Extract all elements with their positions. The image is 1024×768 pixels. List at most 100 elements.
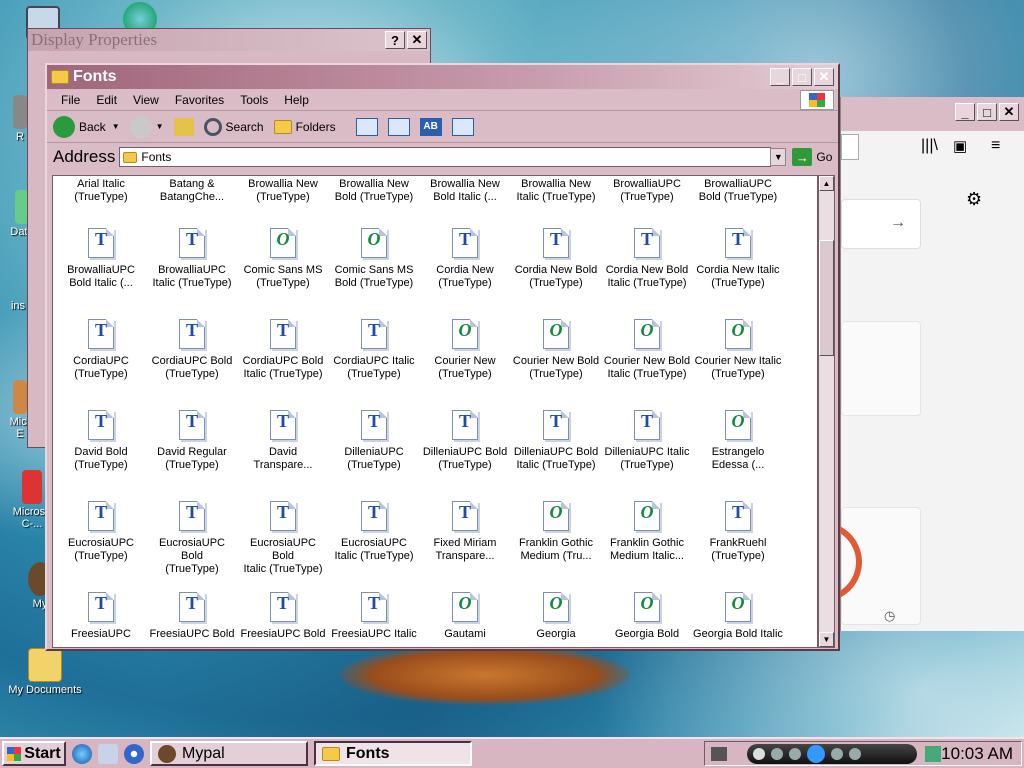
font-item[interactable]: T EucrosiaUPC Bold Italic (TrueType) bbox=[238, 501, 328, 576]
media-player-icon[interactable] bbox=[124, 743, 144, 764]
font-item[interactable]: T CordiaUPC Italic (TrueType) bbox=[329, 319, 419, 381]
taskbar-item-mypal[interactable]: Mypal bbox=[150, 741, 308, 766]
font-item[interactable]: T Cordia New (TrueType) bbox=[420, 228, 510, 290]
font-item[interactable]: Browallia New (TrueType) bbox=[238, 178, 328, 204]
menu-help[interactable]: Help bbox=[276, 93, 317, 107]
font-item[interactable]: T Fixed Miriam Transpare... bbox=[420, 501, 510, 563]
scroll-down-button[interactable]: ▼ bbox=[819, 632, 834, 647]
font-item[interactable]: Batang & BatangChe... bbox=[147, 178, 237, 204]
font-item[interactable]: T FreesiaUPC Bold bbox=[238, 592, 328, 641]
font-item[interactable]: O Comic Sans MS (TrueType) bbox=[238, 228, 328, 290]
font-item[interactable]: T CordiaUPC Bold Italic (TrueType) bbox=[238, 319, 328, 381]
scroll-thumb[interactable] bbox=[819, 240, 834, 356]
browser-window-background[interactable]: _ □ ✕ |||\ ▣ ≡ ⚙ → ◷ bbox=[822, 97, 1024, 631]
view-large-icons-button[interactable] bbox=[355, 117, 378, 136]
browser-url-bar[interactable] bbox=[841, 134, 859, 160]
maximize-button[interactable]: □ bbox=[792, 68, 812, 86]
gear-icon[interactable]: ⚙ bbox=[966, 189, 982, 210]
menu-icon[interactable]: ≡ bbox=[991, 137, 1000, 155]
font-item[interactable]: T Cordia New Italic (TrueType) bbox=[693, 228, 783, 290]
font-item[interactable]: T DilleniaUPC Italic (TrueType) bbox=[602, 410, 692, 472]
font-item[interactable]: T Cordia New Bold Italic (TrueType) bbox=[602, 228, 692, 290]
show-desktop-icon[interactable] bbox=[98, 743, 118, 764]
font-item[interactable]: BrowalliaUPC Bold (TrueType) bbox=[693, 178, 783, 204]
minimize-button[interactable]: _ bbox=[955, 103, 975, 121]
font-item[interactable]: T FreesiaUPC Italic bbox=[329, 592, 419, 641]
menu-file[interactable]: File bbox=[53, 93, 88, 107]
search-button[interactable]: Search bbox=[203, 117, 264, 136]
font-item[interactable]: T Cordia New Bold (TrueType) bbox=[511, 228, 601, 290]
close-button[interactable]: ✕ bbox=[999, 103, 1019, 121]
back-button[interactable]: Back ▼ bbox=[53, 115, 120, 138]
font-item[interactable]: T EucrosiaUPC (TrueType) bbox=[56, 501, 146, 563]
font-item[interactable]: O Georgia Bold bbox=[602, 592, 692, 641]
view-details-button[interactable] bbox=[451, 117, 474, 136]
font-item[interactable]: T CordiaUPC Bold (TrueType) bbox=[147, 319, 237, 381]
font-item[interactable]: T DilleniaUPC (TrueType) bbox=[329, 410, 419, 472]
maximize-button[interactable]: □ bbox=[977, 103, 997, 121]
font-item[interactable]: T David Transpare... bbox=[238, 410, 328, 472]
address-input[interactable]: Fonts bbox=[119, 147, 772, 167]
sidebar-icon[interactable]: ▣ bbox=[953, 137, 967, 155]
keyboard-icon[interactable] bbox=[711, 746, 727, 761]
search-box[interactable]: → bbox=[841, 199, 921, 249]
font-item[interactable]: O Courier New Italic (TrueType) bbox=[693, 319, 783, 381]
close-button[interactable]: ✕ bbox=[814, 68, 834, 86]
scroll-up-button[interactable]: ▲ bbox=[819, 176, 834, 191]
address-dropdown-button[interactable]: ▼ bbox=[770, 148, 787, 166]
library-icon[interactable]: |||\ bbox=[921, 137, 938, 155]
volume-icon[interactable] bbox=[849, 747, 861, 760]
menu-tools[interactable]: Tools bbox=[232, 93, 276, 107]
fonts-window[interactable]: Fonts _ □ ✕ File Edit View Favorites Too… bbox=[45, 63, 840, 651]
next-button[interactable] bbox=[831, 747, 843, 760]
chevron-down-icon[interactable]: ▼ bbox=[156, 122, 164, 131]
font-item[interactable]: O Estrangelo Edessa (... bbox=[693, 410, 783, 472]
start-button[interactable]: Start bbox=[2, 741, 66, 766]
font-item[interactable]: Arial Italic (TrueType) bbox=[56, 178, 146, 204]
font-item[interactable]: T DilleniaUPC Bold (TrueType) bbox=[420, 410, 510, 472]
taskbar-item-fonts[interactable]: Fonts bbox=[314, 741, 472, 766]
menu-favorites[interactable]: Favorites bbox=[167, 93, 232, 107]
close-button[interactable]: ✕ bbox=[407, 31, 427, 49]
font-item[interactable]: T EucrosiaUPC Bold (TrueType) bbox=[147, 501, 237, 576]
arrow-right-icon[interactable]: → bbox=[890, 214, 906, 232]
font-item[interactable]: T BrowalliaUPC Italic (TrueType) bbox=[147, 228, 237, 290]
font-item[interactable]: T David Bold (TrueType) bbox=[56, 410, 146, 472]
help-button[interactable]: ? bbox=[385, 31, 405, 49]
font-item[interactable]: Browallia New Bold Italic (... bbox=[420, 178, 510, 204]
font-item[interactable]: T David Regular (TrueType) bbox=[147, 410, 237, 472]
media-play-pause-button[interactable] bbox=[807, 744, 825, 763]
go-button[interactable]: → Go bbox=[792, 148, 832, 166]
font-item[interactable]: T FreesiaUPC Bold bbox=[147, 592, 237, 641]
font-item[interactable]: T BrowalliaUPC Bold Italic (... bbox=[56, 228, 146, 290]
media-toolbar[interactable] bbox=[747, 743, 917, 764]
menu-edit[interactable]: Edit bbox=[88, 93, 125, 107]
font-item[interactable]: O Courier New Bold (TrueType) bbox=[511, 319, 601, 381]
fonts-list-view[interactable]: Arial Italic (TrueType) Batang & BatangCh… bbox=[52, 175, 818, 648]
font-item[interactable]: O Franklin Gothic Medium Italic... bbox=[602, 501, 692, 563]
view-similarity-button[interactable]: AB bbox=[419, 117, 442, 136]
font-item[interactable]: T DilleniaUPC Bold Italic (TrueType) bbox=[511, 410, 601, 472]
font-item[interactable]: T FreesiaUPC bbox=[56, 592, 146, 641]
network-icon[interactable] bbox=[925, 745, 941, 762]
font-item[interactable]: O Courier New Bold Italic (TrueType) bbox=[602, 319, 692, 381]
previous-button[interactable] bbox=[789, 747, 801, 760]
font-item[interactable]: O Georgia bbox=[511, 592, 601, 641]
view-list-button[interactable] bbox=[387, 117, 410, 136]
font-item[interactable]: O Courier New (TrueType) bbox=[420, 319, 510, 381]
up-folder-button[interactable] bbox=[173, 117, 194, 136]
font-item[interactable]: O Franklin Gothic Medium (Tru... bbox=[511, 501, 601, 563]
font-item[interactable]: O Comic Sans MS Bold (TrueType) bbox=[329, 228, 419, 290]
font-item[interactable]: T EucrosiaUPC Italic (TrueType) bbox=[329, 501, 419, 563]
vertical-scrollbar[interactable]: ▲ ▼ bbox=[818, 175, 835, 648]
menu-view[interactable]: View bbox=[125, 93, 167, 107]
internet-explorer-icon[interactable] bbox=[72, 743, 92, 764]
folders-button[interactable]: Folders bbox=[273, 119, 336, 134]
chevron-down-icon[interactable]: ▼ bbox=[112, 122, 120, 131]
play-button[interactable] bbox=[753, 747, 765, 760]
font-item[interactable]: T CordiaUPC (TrueType) bbox=[56, 319, 146, 381]
stop-button[interactable] bbox=[771, 747, 783, 760]
font-item[interactable]: O Georgia Bold Italic bbox=[693, 592, 783, 641]
font-item[interactable]: O Gautami bbox=[420, 592, 510, 641]
minimize-button[interactable]: _ bbox=[770, 68, 790, 86]
